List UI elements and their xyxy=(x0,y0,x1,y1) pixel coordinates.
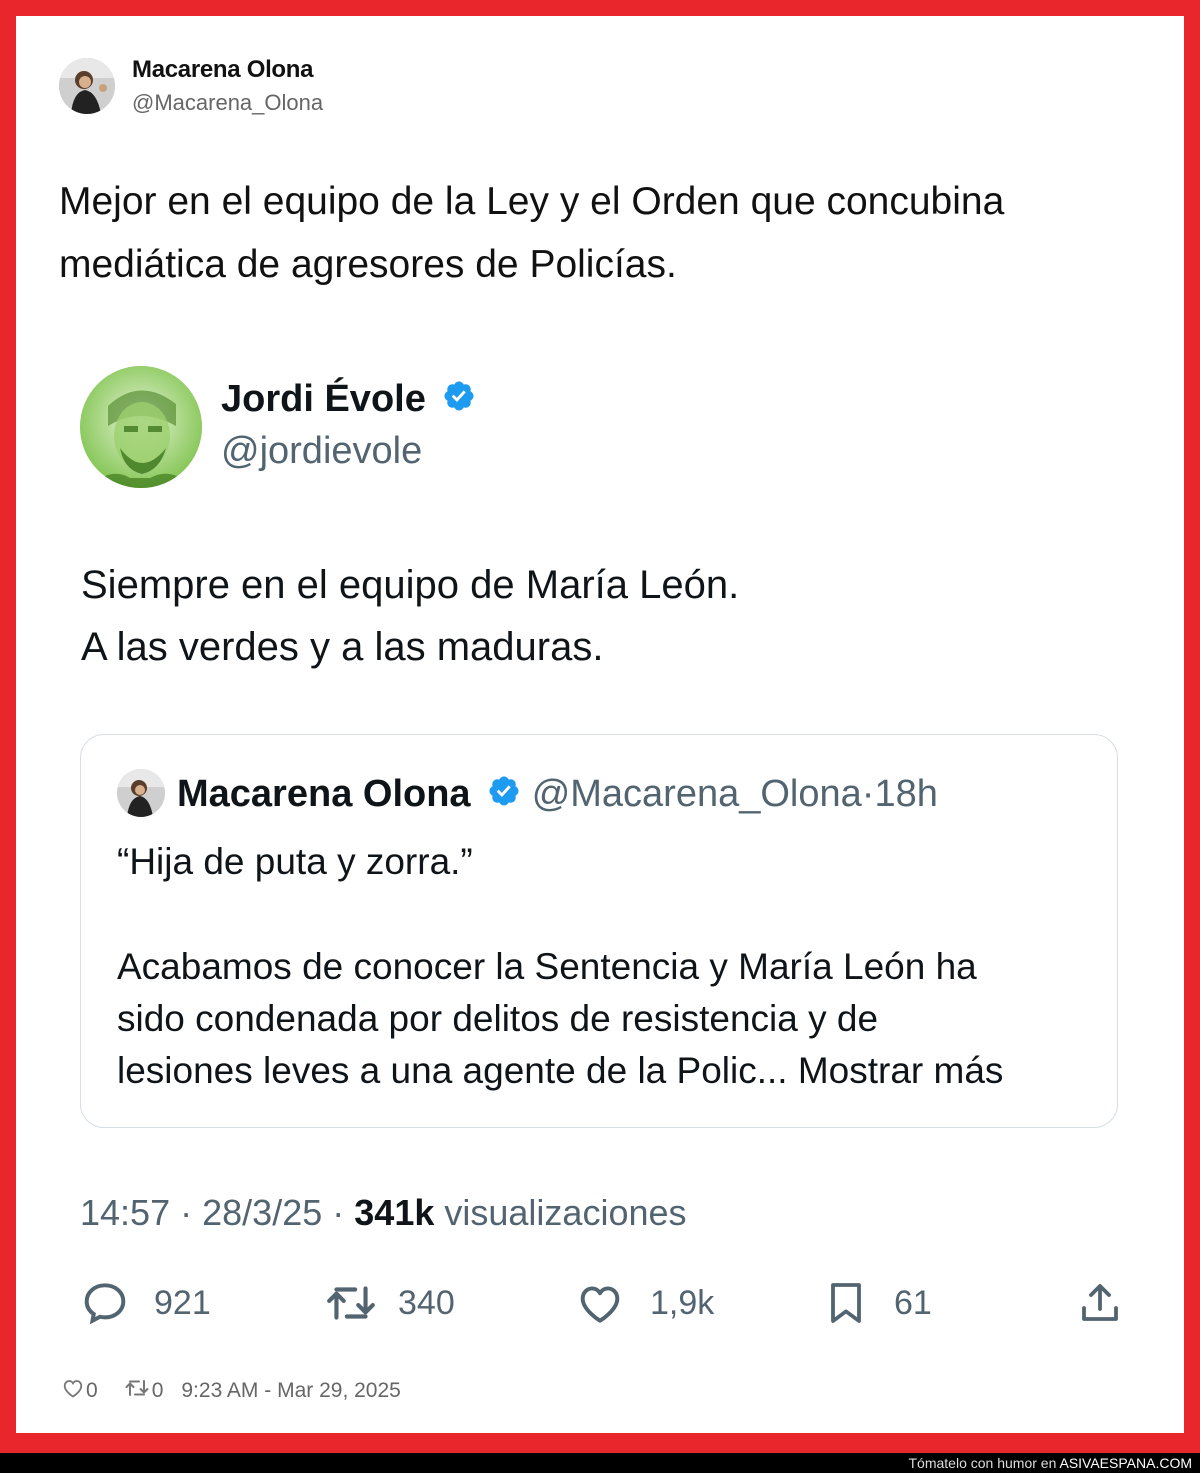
bookmark-button[interactable]: 61 xyxy=(822,1278,932,1328)
tweet-text-line: Siempre en el equipo de María León. xyxy=(81,563,740,607)
verified-icon xyxy=(442,379,476,423)
quoted-tweet-body: Acabamos de conocer la Sentencia y María… xyxy=(117,941,1097,1097)
avatar[interactable] xyxy=(80,366,202,488)
quoted-tweet-age[interactable]: 18h xyxy=(874,773,937,815)
retweet-icon xyxy=(324,1278,378,1328)
quoted-tweet-text-line: lesiones leves a una agente de la Polic.… xyxy=(117,1045,1097,1097)
quoted-tweet-text-line: Acabamos de conocer la Sentencia y María… xyxy=(117,946,977,987)
retweet-icon xyxy=(122,1376,152,1406)
action-bar: 921 340 1,9k 61 xyxy=(80,1278,1120,1328)
quoted-tweet-text-line: “Hija de puta y zorra.” xyxy=(117,841,473,882)
separator-dot: · xyxy=(180,1192,193,1233)
tweet-text: Siempre en el equipo de María León. A la… xyxy=(81,554,1141,678)
tweet-text-line: A las verdes y a las maduras. xyxy=(81,625,604,669)
quoted-tweet[interactable]: Macarena Olona @Macarena_Olona·18h “Hija… xyxy=(80,734,1118,1128)
credit-text: Tómatelo con humor en ASIVAESPANA.COM xyxy=(909,1453,1193,1473)
share-button[interactable] xyxy=(1076,1278,1124,1328)
quoted-author-handle[interactable]: @Macarena_Olona xyxy=(532,773,862,815)
bookmark-count: 61 xyxy=(894,1283,932,1322)
reply-count: 921 xyxy=(154,1283,211,1322)
reply-button[interactable]: 921 xyxy=(80,1278,211,1328)
bookmark-icon xyxy=(822,1278,870,1328)
credit-bar: Tómatelo con humor en ASIVAESPANA.COM xyxy=(0,1453,1200,1473)
avatar[interactable] xyxy=(59,58,115,114)
credit-label: Tómatelo con humor en xyxy=(908,1455,1057,1471)
tweet-card: Macarena Olona @Macarena_Olona Mejor en … xyxy=(16,16,1184,1433)
heart-icon xyxy=(574,1278,626,1328)
share-icon xyxy=(1076,1278,1124,1328)
like-button[interactable]: 1,9k xyxy=(574,1278,714,1328)
footer-like-count: 0 xyxy=(86,1379,98,1402)
footer-timestamp[interactable]: 9:23 AM - Mar 29, 2025 xyxy=(181,1379,400,1403)
reply-icon xyxy=(80,1278,130,1328)
tweet-date[interactable]: 28/3/25 xyxy=(202,1192,322,1233)
author-handle[interactable]: @Macarena_Olona xyxy=(132,90,323,116)
outer-tweet-footer: 0 0 9:23 AM - Mar 29, 2025 xyxy=(60,1376,401,1406)
footer-retweet-count: 0 xyxy=(151,1379,164,1402)
tweet-text-line: Mejor en el equipo de la Ley y el Orden … xyxy=(59,180,1005,223)
author-name[interactable]: Macarena Olona xyxy=(132,56,314,84)
tweet-metadata: 14:57 · 28/3/25 · 341k visualizaciones xyxy=(80,1192,687,1234)
author-name-text: Jordi Évole xyxy=(221,378,426,420)
view-count: 341k xyxy=(354,1192,435,1233)
separator-dot: · xyxy=(332,1192,345,1233)
quoted-tweet-text-segment: lesiones leves a una agente de la Polic.… xyxy=(117,1050,788,1091)
author-handle[interactable]: @jordievole xyxy=(221,430,422,473)
quoted-tweet-header: Macarena Olona @Macarena_Olona·18h xyxy=(177,773,938,818)
footer-retweet[interactable]: 0 xyxy=(122,1376,164,1406)
show-more-link[interactable]: Mostrar más xyxy=(798,1050,1004,1091)
heart-icon xyxy=(60,1376,86,1406)
tweet-text-line: mediática de agresores de Policías. xyxy=(59,243,677,286)
view-count-label: visualizaciones xyxy=(444,1192,687,1233)
verified-icon xyxy=(487,774,521,818)
avatar[interactable] xyxy=(117,769,165,817)
retweet-count: 340 xyxy=(398,1283,455,1322)
retweet-button[interactable]: 340 xyxy=(324,1278,455,1328)
quoted-tweet-text-line: sido condenada por delitos de resistenci… xyxy=(117,998,879,1039)
like-count: 1,9k xyxy=(650,1283,715,1322)
credit-site-link[interactable]: ASIVAESPANA.COM xyxy=(1059,1455,1192,1471)
author-name[interactable]: Jordi Évole xyxy=(221,378,476,423)
tweet-text: Mejor en el equipo de la Ley y el Orden … xyxy=(59,170,1149,296)
footer-like[interactable]: 0 xyxy=(60,1376,98,1406)
quoted-author-name[interactable]: Macarena Olona xyxy=(177,773,471,815)
separator-dot: · xyxy=(861,773,875,815)
tweet-time[interactable]: 14:57 xyxy=(80,1192,170,1233)
